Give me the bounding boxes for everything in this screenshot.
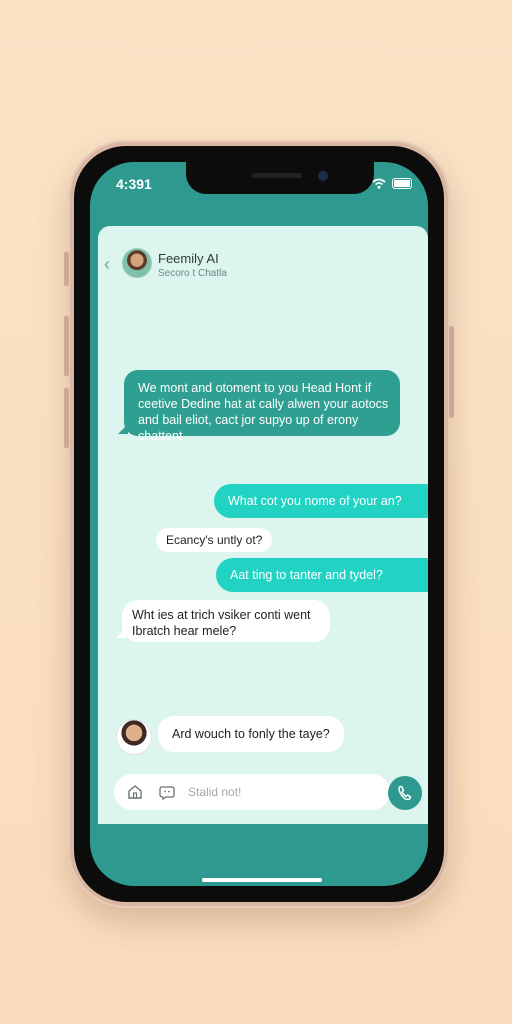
message-bubble-outgoing: What cot you nome of your an? xyxy=(214,484,428,518)
volume-down-button xyxy=(64,316,69,376)
chat-panel: ‹ Feemily AI Secoro t Chatla We mont and… xyxy=(98,226,428,824)
emoji-icon[interactable] xyxy=(158,783,176,801)
call-button[interactable] xyxy=(388,776,422,810)
message-bubble-outgoing: Aat ting to tanter and tydel? xyxy=(216,558,428,592)
contact-subtitle: Secoro t Chatla xyxy=(158,268,227,279)
notch xyxy=(186,162,374,194)
message-bubble-incoming: Ard wouch to fonly the taye? xyxy=(158,716,344,752)
message-composer[interactable]: Stalid not! xyxy=(114,774,390,810)
earpiece-speaker xyxy=(252,173,302,178)
front-camera xyxy=(318,171,328,181)
power-button xyxy=(449,326,454,418)
phone-icon xyxy=(398,785,412,801)
status-time: 4:391 xyxy=(116,176,152,192)
back-chevron-icon[interactable]: ‹ xyxy=(104,254,110,275)
silent-switch xyxy=(64,388,69,448)
contact-avatar[interactable] xyxy=(122,248,152,278)
message-bubble-incoming: We mont and otoment to you Head Hont if … xyxy=(118,370,400,443)
message-bubble-incoming: Wht ies at trich vsiker conti went Ibrat… xyxy=(116,600,330,642)
message-input[interactable]: Stalid not! xyxy=(188,785,241,799)
battery-icon xyxy=(392,178,412,189)
home-icon[interactable] xyxy=(126,783,144,801)
phone-device: 4:391 ‹ Feemily AI Secoro t Chatla We mo… xyxy=(64,140,454,908)
wifi-icon xyxy=(372,178,386,189)
contact-name: Feemily AI xyxy=(158,251,219,266)
sender-avatar xyxy=(116,719,152,755)
chat-header: ‹ Feemily AI Secoro t Chatla xyxy=(98,246,428,286)
volume-up-button xyxy=(64,252,69,286)
home-indicator[interactable] xyxy=(202,878,322,882)
message-bubble-incoming: Ecancy's untly ot? xyxy=(156,528,273,552)
phone-bezel: 4:391 ‹ Feemily AI Secoro t Chatla We mo… xyxy=(74,146,444,902)
phone-screen: 4:391 ‹ Feemily AI Secoro t Chatla We mo… xyxy=(90,162,428,886)
